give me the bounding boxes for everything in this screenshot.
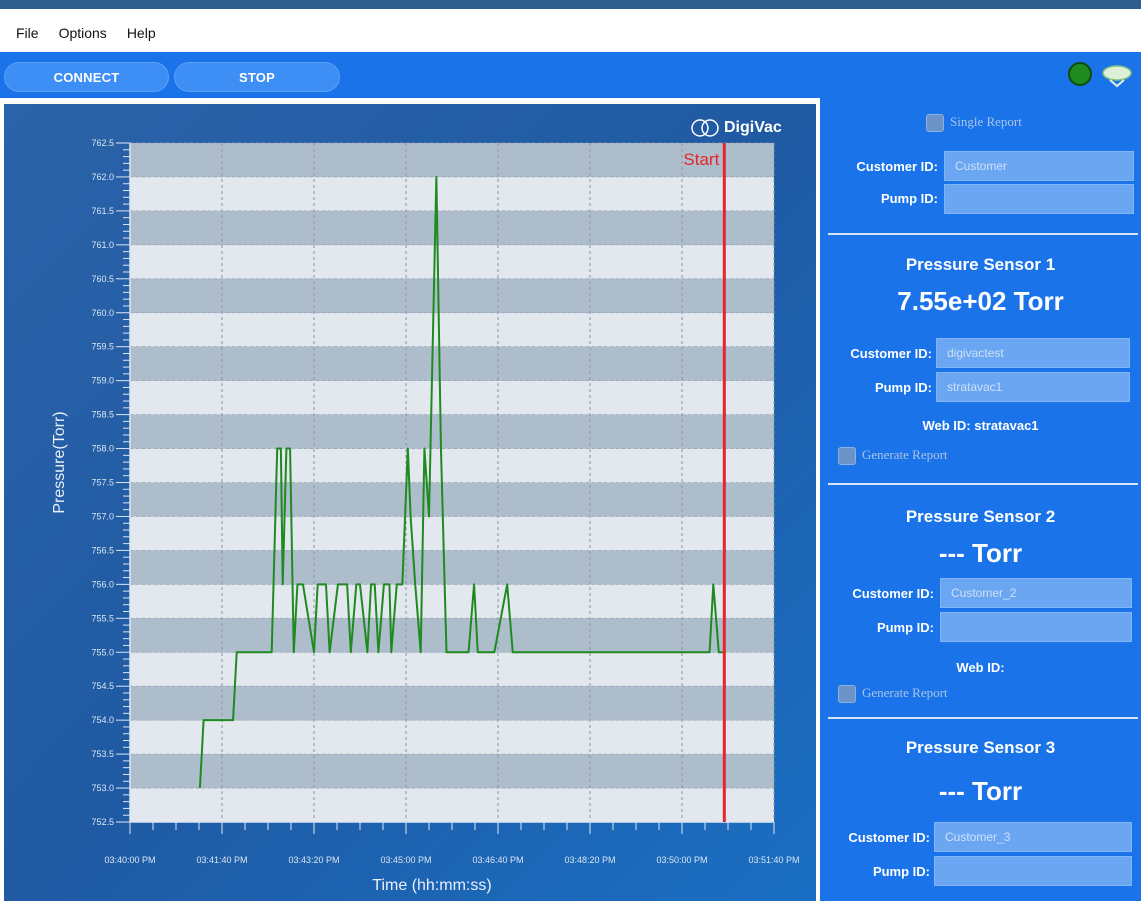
y-tick-label: 753.0	[91, 783, 114, 793]
x-tick-label: 03:43:20 PM	[288, 855, 339, 865]
sensor1-pump-label: Pump ID:	[874, 380, 932, 395]
y-tick-label: 755.0	[91, 647, 114, 657]
plot-band	[130, 414, 774, 449]
plot-band	[130, 720, 774, 755]
y-tick-label: 759.5	[91, 342, 114, 352]
pump-id-input[interactable]	[944, 184, 1134, 214]
x-tick-label: 03:41:40 PM	[196, 855, 247, 865]
x-tick-label: 03:48:20 PM	[564, 855, 615, 865]
sensor3-customer-input[interactable]: Customer_3	[934, 822, 1132, 852]
plot-band	[130, 754, 774, 789]
y-tick-label: 755.5	[91, 613, 114, 623]
sensor1-generate-report-label: Generate Report	[862, 447, 948, 462]
y-tick-label: 760.0	[91, 308, 114, 318]
start-marker-label: Start	[683, 150, 719, 169]
sensor1-customer-label: Customer ID:	[850, 346, 932, 361]
plot-band	[130, 482, 774, 517]
y-tick-label: 752.5	[91, 817, 114, 827]
y-tick-label: 756.0	[91, 579, 114, 589]
sensor2-generate-report-label: Generate Report	[862, 685, 948, 700]
sensor2-title: Pressure Sensor 2	[905, 507, 1056, 526]
x-tick-label: 03:45:00 PM	[380, 855, 431, 865]
plot-band	[130, 143, 774, 177]
plot-band	[130, 346, 774, 381]
customer-id-label: Customer ID:	[856, 159, 938, 174]
y-tick-label: 762.0	[91, 172, 114, 182]
single-report-checkbox[interactable]	[926, 114, 944, 132]
sensor3-reading: --- Torr	[938, 776, 1023, 806]
sensor1-web-id: Web ID: stratavac1	[922, 418, 1039, 433]
y-axis-title: Pressure(Torr)	[51, 411, 68, 513]
y-tick-label: 754.0	[91, 715, 114, 725]
plot-band	[130, 788, 774, 822]
plot-band	[130, 312, 774, 347]
plot-band	[130, 176, 774, 211]
sensor2-reading: --- Torr	[938, 538, 1023, 568]
sensor3-title: Pressure Sensor 3	[905, 738, 1056, 757]
y-tick-label: 757.5	[91, 478, 114, 488]
x-tick-label: 03:50:00 PM	[656, 855, 707, 865]
section-divider	[828, 233, 1138, 235]
y-tick-label: 760.5	[91, 274, 114, 284]
x-tick-label: 03:46:40 PM	[472, 855, 523, 865]
plot-band	[130, 516, 774, 551]
plot-band	[130, 448, 774, 483]
y-tick-label: 756.5	[91, 545, 114, 555]
y-tick-label: 754.5	[91, 681, 114, 691]
section-divider	[828, 717, 1138, 719]
sensor2-web-id: Web ID:	[956, 660, 1005, 675]
x-tick-label: 03:40:00 PM	[104, 855, 155, 865]
sensor1-generate-report-checkbox[interactable]	[838, 447, 856, 465]
plot-band	[130, 550, 774, 585]
sensor2-customer-input[interactable]: Customer_2	[940, 578, 1132, 608]
y-tick-label: 757.0	[91, 511, 114, 521]
single-report-label: Single Report	[950, 114, 1022, 129]
section-divider	[828, 483, 1138, 485]
y-tick-label: 761.5	[91, 206, 114, 216]
y-tick-label: 753.5	[91, 749, 114, 759]
plot-band	[130, 652, 774, 687]
y-tick-label: 761.0	[91, 240, 114, 250]
plot-band	[130, 380, 774, 415]
x-tick-label: 03:51:40 PM	[748, 855, 799, 865]
plot-band	[130, 278, 774, 313]
customer-id-input[interactable]: Customer	[944, 151, 1134, 181]
sensor2-generate-report-checkbox[interactable]	[838, 685, 856, 703]
plot-band	[130, 244, 774, 279]
y-tick-label: 758.0	[91, 444, 114, 454]
y-tick-label: 762.5	[91, 138, 114, 148]
sensor3-pump-label: Pump ID:	[872, 864, 930, 879]
y-tick-label: 759.0	[91, 376, 114, 386]
y-tick-label: 758.5	[91, 410, 114, 420]
sensor1-customer-input[interactable]: digivactest	[936, 338, 1130, 368]
plot-band	[130, 686, 774, 721]
x-axis-title: Time (hh:mm:ss)	[372, 877, 491, 894]
pump-id-label: Pump ID:	[880, 191, 938, 206]
sensor2-pump-label: Pump ID:	[876, 620, 934, 635]
sensor3-customer-label: Customer ID:	[848, 830, 930, 845]
sensor1-title: Pressure Sensor 1	[905, 255, 1056, 274]
plot-band	[130, 210, 774, 245]
plot-band	[130, 584, 774, 619]
plot-band	[130, 618, 774, 653]
sensor2-pump-input[interactable]	[940, 612, 1132, 642]
sensor3-pump-input[interactable]	[934, 856, 1132, 886]
sensor1-pump-input[interactable]: stratavac1	[936, 372, 1130, 402]
sensor1-reading: 7.55e+02 Torr	[897, 286, 1064, 316]
sensor2-customer-label: Customer ID:	[852, 586, 934, 601]
